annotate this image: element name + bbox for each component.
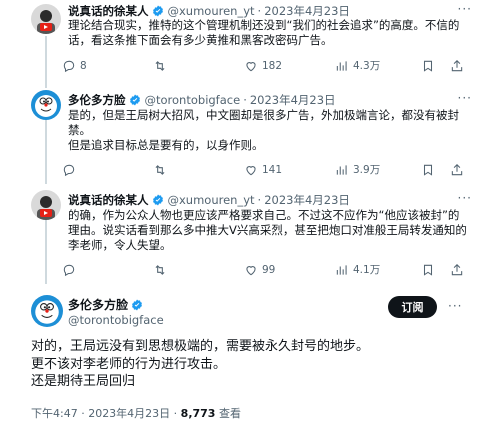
- like-icon: [246, 62, 256, 72]
- bookmark-button[interactable]: [421, 163, 439, 177]
- like-button[interactable]: 182: [244, 59, 282, 73]
- verified-icon: [152, 5, 164, 17]
- views-count: 4.1万: [353, 264, 381, 276]
- retweet-icon: [155, 165, 165, 175]
- reply-icon: [63, 264, 75, 277]
- timestamp[interactable]: 下午4:47 · 2023年4月23日 ·: [31, 407, 181, 420]
- author-name[interactable]: 多伦多方脸: [68, 296, 128, 313]
- verified-icon: [129, 94, 141, 106]
- share-icon: [451, 164, 463, 176]
- views-count: 3.9万: [353, 164, 381, 176]
- tweet-text-line: 理论结合现实，推特的这个管理机制还没到“我们的社会追求”的高度。不信的话，看这条…: [68, 18, 460, 47]
- bookmark-icon: [423, 60, 433, 72]
- share-icon: [451, 264, 463, 276]
- views-count: 4.3万: [353, 60, 381, 72]
- tweet-text-line: 的确，作为公众人物也更应该严格要求自己。不过这不应作为“他应该被封”的理由。说实…: [68, 208, 467, 252]
- views-button[interactable]: 4.1万: [335, 263, 380, 277]
- retweet-icon: [155, 61, 165, 71]
- verified-icon: [152, 194, 164, 206]
- tweet-text: 的确，作为公众人物也更应该严格要求自己。不过这不应作为“他应该被封”的理由。说实…: [68, 208, 468, 253]
- reply-button[interactable]: [62, 263, 80, 277]
- views-icon: [336, 265, 347, 275]
- share-icon: [451, 60, 463, 72]
- like-count: 99: [262, 264, 276, 276]
- views-button[interactable]: 4.3万: [335, 59, 380, 73]
- avatar[interactable]: [31, 90, 61, 120]
- bookmark-button[interactable]: [421, 263, 439, 277]
- author-name[interactable]: 说真话的徐某人: [68, 3, 149, 19]
- retweet-button[interactable]: [153, 163, 171, 177]
- views-icon: [336, 165, 347, 175]
- main-tweet-text: 对的，王局远没有到思想极端的，需要被永久封号的地步。 更不该对李老师的行为进行攻…: [31, 338, 471, 391]
- separator: ·: [243, 93, 247, 107]
- tweet-text-line: 还是期待王局回归: [31, 374, 136, 389]
- tweet-text-line: 但是追求目标总是要有的，以身作则。: [68, 138, 264, 152]
- tweet[interactable]: 多伦多方脸 @torontobigface · 2023年4月23日 ··· 是…: [0, 88, 494, 186]
- views-icon: [336, 61, 347, 71]
- share-button[interactable]: [450, 59, 468, 73]
- author-handle[interactable]: @xumouren_yt: [168, 4, 255, 18]
- more-icon[interactable]: ···: [458, 191, 472, 205]
- reply-button[interactable]: [62, 163, 80, 177]
- reply-icon: [63, 60, 75, 73]
- like-icon: [246, 266, 256, 276]
- author-handle[interactable]: @torontobigface: [68, 313, 164, 327]
- separator: ·: [257, 4, 262, 18]
- retweet-button[interactable]: [153, 263, 171, 277]
- reply-button[interactable]: 8: [62, 59, 87, 73]
- like-button[interactable]: 99: [244, 263, 275, 277]
- share-button[interactable]: [450, 163, 468, 177]
- tweet-text-line: 是的，但是王局树大招风，中文圈却是很多广告，外加极端言论，都没有被封禁。: [68, 108, 459, 137]
- like-button[interactable]: 141: [244, 163, 282, 177]
- views-count: 8,773: [180, 407, 216, 420]
- like-count: 182: [262, 60, 283, 72]
- tweet-text-line: 更不该对李老师的行为进行攻击。: [31, 356, 227, 372]
- author-name[interactable]: 多伦多方脸: [68, 92, 126, 108]
- reply-icon: [63, 164, 75, 177]
- timestamp[interactable]: 2023年4月23日: [264, 3, 350, 19]
- avatar[interactable]: [31, 4, 61, 34]
- tweet[interactable]: 说真话的徐某人 @xumouren_yt · 2023年4月23日 ··· 理论…: [0, 0, 494, 86]
- tweet-text-line: 对的，王局远没有到思想极端的，需要被永久封号的地步。: [31, 339, 370, 354]
- retweet-button[interactable]: [153, 59, 171, 73]
- more-icon[interactable]: ···: [458, 2, 472, 16]
- reply-count: 8: [80, 60, 87, 72]
- retweet-icon: [155, 265, 165, 275]
- avatar[interactable]: [31, 190, 61, 220]
- bookmark-button[interactable]: [421, 59, 439, 73]
- author-name[interactable]: 说真话的徐某人: [68, 192, 149, 208]
- tweet-text: 理论结合现实，推特的这个管理机制还没到“我们的社会追求”的高度。不信的话，看这条…: [68, 18, 468, 48]
- avatar[interactable]: [31, 295, 63, 327]
- tweet[interactable]: 说真话的徐某人 @xumouren_yt · 2023年4月23日 ··· 的确…: [0, 188, 494, 286]
- separator: ·: [257, 193, 262, 207]
- timestamp[interactable]: 2023年4月23日: [264, 192, 350, 208]
- more-icon[interactable]: ···: [458, 91, 472, 105]
- views-button[interactable]: 3.9万: [335, 163, 380, 177]
- bookmark-icon: [423, 264, 433, 276]
- verified-icon: [131, 299, 143, 311]
- subscribe-button[interactable]: 订阅: [388, 296, 437, 318]
- like-count: 141: [262, 164, 283, 176]
- bookmark-icon: [423, 164, 433, 176]
- author-handle[interactable]: @xumouren_yt: [168, 193, 255, 207]
- views-label: 查看: [215, 407, 241, 420]
- author-handle[interactable]: @torontobigface: [145, 93, 241, 107]
- more-icon[interactable]: ···: [448, 299, 462, 313]
- timestamp[interactable]: 2023年4月23日: [250, 92, 336, 108]
- tweet-text: 是的，但是王局树大招风，中文圈却是很多广告，外加极端言论，都没有被封禁。 但是追…: [68, 108, 468, 153]
- tweet-meta: 下午4:47 · 2023年4月23日 · 8,773 查看: [31, 405, 241, 421]
- like-icon: [246, 166, 256, 176]
- share-button[interactable]: [450, 263, 468, 277]
